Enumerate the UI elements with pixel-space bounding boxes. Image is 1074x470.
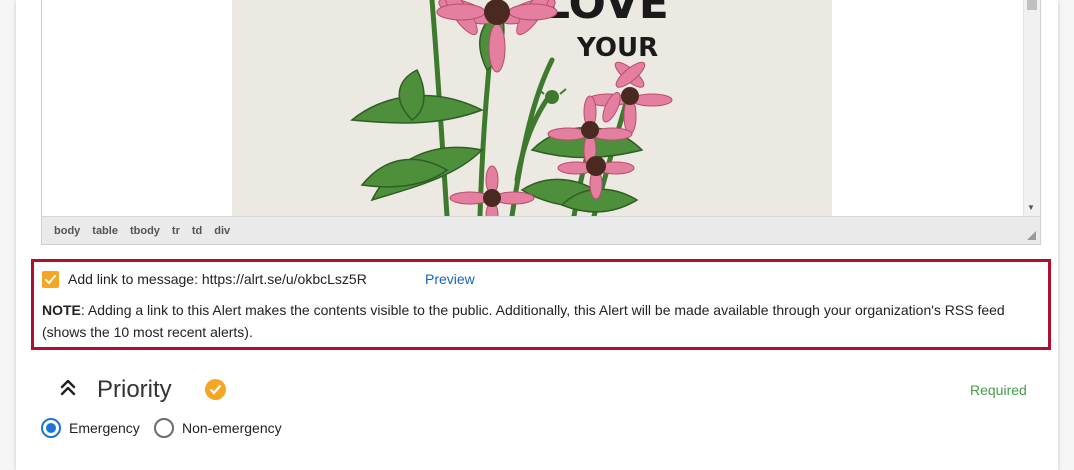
- path-item-tbody[interactable]: tbody: [130, 225, 160, 237]
- collapse-chevron-icon[interactable]: [58, 377, 78, 402]
- checkmark-icon: [45, 275, 56, 285]
- svg-text:LOVE: LOVE: [542, 0, 669, 29]
- non-emergency-radio[interactable]: [154, 418, 174, 438]
- path-item-body[interactable]: body: [54, 225, 80, 237]
- scroll-down-arrow-icon[interactable]: ▼: [1027, 204, 1035, 212]
- public-link-note: NOTE: Adding a link to this Alert makes …: [42, 299, 1042, 343]
- resize-grip-icon[interactable]: [1027, 231, 1036, 240]
- note-text: : Adding a link to this Alert makes the …: [42, 302, 1005, 340]
- editor-statusbar: body table tbody tr td div: [42, 216, 1040, 244]
- emergency-radio-label[interactable]: Emergency: [69, 420, 140, 436]
- add-link-label: Add link to message: https://alrt.se/u/o…: [68, 271, 367, 287]
- message-editor[interactable]: LOVE YOUR ▼ body table tbody tr td div: [41, 0, 1041, 245]
- element-path: body table tbody tr td div: [54, 225, 230, 237]
- complete-check-icon: [205, 379, 226, 400]
- add-link-checkbox[interactable]: [42, 271, 59, 288]
- path-item-div[interactable]: div: [214, 225, 230, 237]
- priority-heading: Priority: [97, 376, 172, 403]
- emergency-radio[interactable]: [41, 418, 61, 438]
- svg-text:YOUR: YOUR: [576, 33, 658, 63]
- path-item-td[interactable]: td: [192, 225, 202, 237]
- scrollbar-thumb[interactable]: [1027, 0, 1037, 10]
- non-emergency-radio-label[interactable]: Non-emergency: [182, 420, 282, 436]
- preview-link[interactable]: Preview: [425, 271, 475, 287]
- path-item-table[interactable]: table: [92, 225, 118, 237]
- add-link-section: Add link to message: https://alrt.se/u/o…: [31, 259, 1051, 350]
- path-item-tr[interactable]: tr: [172, 225, 180, 237]
- flower-poster-image: LOVE YOUR: [232, 0, 832, 216]
- required-label: Required: [970, 382, 1027, 398]
- note-prefix: NOTE: [42, 302, 81, 318]
- editor-scrollbar[interactable]: ▼: [1023, 0, 1040, 216]
- editor-content-area[interactable]: LOVE YOUR: [42, 0, 1023, 216]
